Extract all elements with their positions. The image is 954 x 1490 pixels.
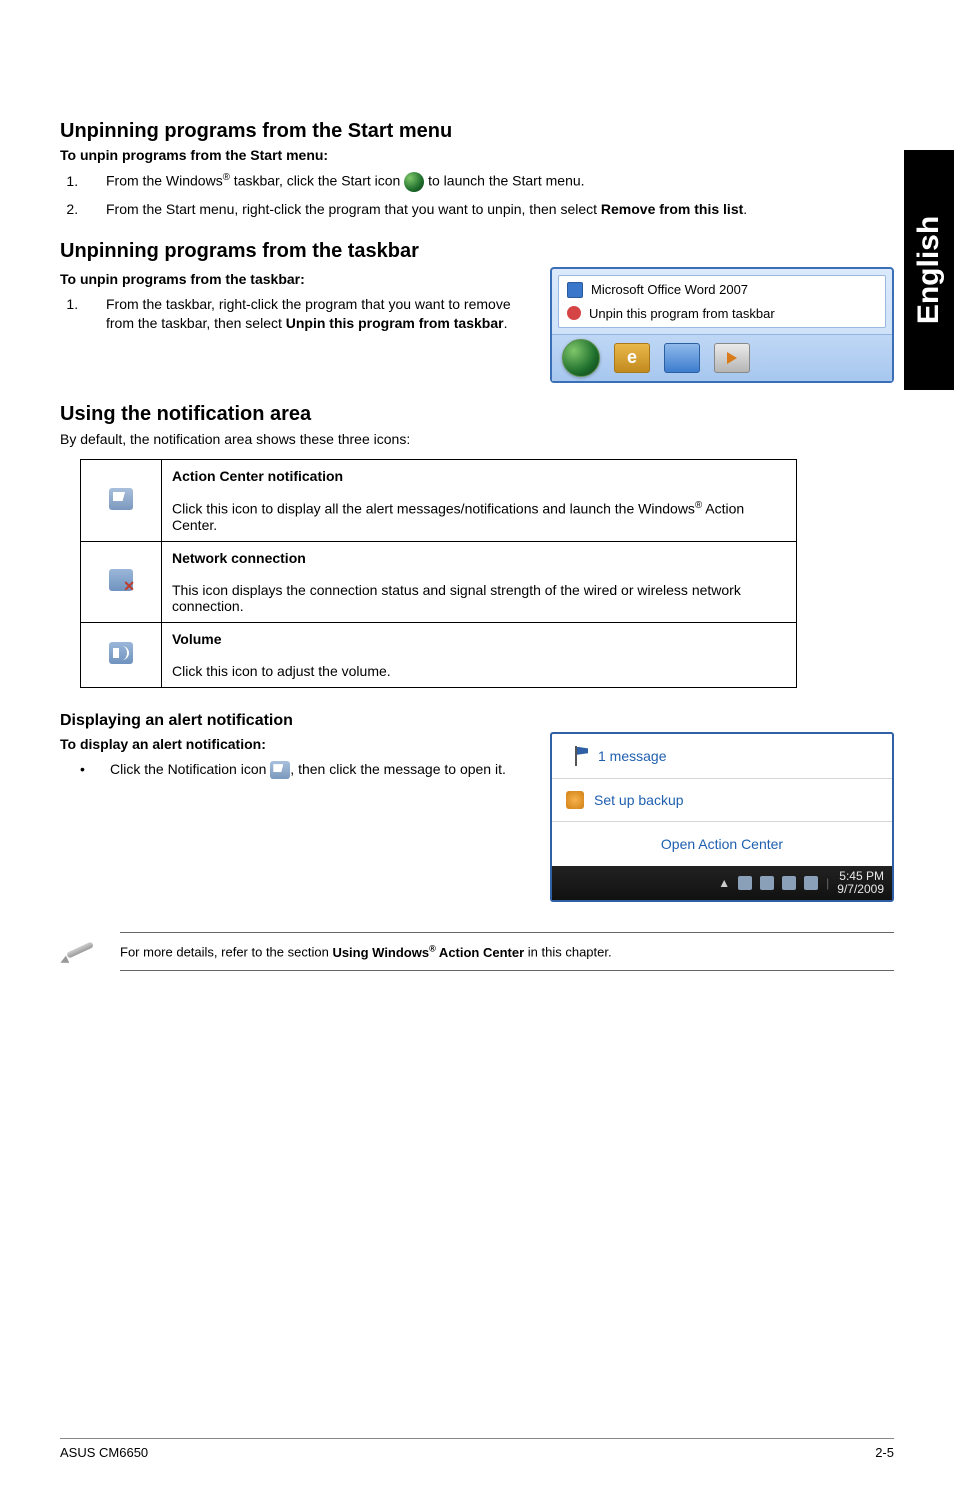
network-icon-cell — [81, 541, 162, 622]
action-center-flag-icon — [109, 488, 133, 510]
context-row-word: Microsoft Office Word 2007 — [561, 278, 883, 302]
table-row: Network connection This icon displays th… — [81, 541, 797, 622]
subheading-display-alert: To display an alert notification: — [60, 736, 530, 752]
steps-unpin-taskbar: From the taskbar, right-click the progra… — [60, 295, 530, 334]
ac-backup-row: Set up backup — [552, 779, 892, 822]
system-tray: ▲ | 5:45 PM9/7/2009 — [552, 866, 892, 900]
heading-notification-area: Using the notification area — [60, 403, 894, 426]
step-taskbar-1: From the taskbar, right-click the progra… — [82, 295, 530, 334]
notification-icons-table: Action Center notification Click this ic… — [80, 459, 797, 688]
action-center-icon-cell — [81, 460, 162, 542]
page-footer: ASUS CM6650 2-5 — [60, 1438, 894, 1460]
footer-page-number: 2-5 — [875, 1445, 894, 1460]
tray-volume-icon — [782, 876, 796, 890]
language-label: English — [912, 216, 946, 324]
steps-unpin-start: From the Windows® taskbar, click the Sta… — [60, 171, 894, 220]
ac-message-link: 1 message — [598, 748, 666, 764]
network-icon — [109, 569, 133, 591]
word-icon — [567, 282, 583, 298]
ie-icon: e — [614, 343, 650, 373]
note-text: For more details, refer to the section U… — [120, 932, 894, 970]
action-center-desc: Action Center notification Click this ic… — [162, 460, 797, 542]
ac-message-row: 1 message — [552, 734, 892, 779]
network-desc: Network connection This icon displays th… — [162, 541, 797, 622]
explorer-icon — [664, 343, 700, 373]
pencil-note-icon — [60, 937, 100, 965]
tray-up-icon: ▲ — [718, 876, 730, 890]
start-orb-icon — [562, 339, 600, 377]
tray-flag2-icon — [804, 876, 818, 890]
alert-steps: Click the Notification icon , then click… — [60, 760, 530, 780]
tray-network-icon — [760, 876, 774, 890]
ac-backup-link: Set up backup — [594, 792, 684, 808]
subheading-unpin-taskbar: To unpin programs from the taskbar: — [60, 271, 530, 287]
action-center-popup-screenshot: 1 message Set up backup Open Action Cent… — [550, 732, 894, 902]
volume-icon-cell — [81, 622, 162, 687]
taskbar-strip: e — [552, 334, 892, 381]
taskbar-context-screenshot: Microsoft Office Word 2007 Unpin this pr… — [550, 267, 894, 383]
notification-intro: By default, the notification area shows … — [60, 430, 894, 450]
table-row: Volume Click this icon to adjust the vol… — [81, 622, 797, 687]
ac-open-link: Open Action Center — [661, 836, 783, 852]
language-side-tab: English — [904, 150, 954, 390]
subheading-unpin-start: To unpin programs from the Start menu: — [60, 147, 894, 163]
heading-display-alert: Displaying an alert notification — [60, 712, 894, 730]
action-center-flag-icon — [566, 746, 588, 766]
notification-flag-icon — [270, 761, 290, 779]
step-2: From the Start menu, right-click the pro… — [82, 200, 894, 220]
footer-product: ASUS CM6650 — [60, 1445, 148, 1460]
heading-unpin-start: Unpinning programs from the Start menu — [60, 120, 894, 143]
start-orb-icon — [404, 172, 424, 192]
wmp-icon — [714, 343, 750, 373]
context-row-unpin: Unpin this program from taskbar — [561, 302, 883, 325]
tray-separator-icon: | — [826, 876, 829, 890]
heading-unpin-taskbar: Unpinning programs from the taskbar — [60, 240, 894, 263]
table-row: Action Center notification Click this ic… — [81, 460, 797, 542]
step-1: From the Windows® taskbar, click the Sta… — [82, 171, 894, 192]
tray-flag-icon — [738, 876, 752, 890]
ac-open-row: Open Action Center — [552, 822, 892, 866]
shield-icon — [566, 791, 584, 809]
alert-step-1: Click the Notification icon , then click… — [80, 760, 530, 780]
note-block: For more details, refer to the section U… — [60, 932, 894, 970]
volume-icon — [109, 642, 133, 664]
volume-desc: Volume Click this icon to adjust the vol… — [162, 622, 797, 687]
context-menu: Microsoft Office Word 2007 Unpin this pr… — [558, 275, 886, 328]
tray-clock: 5:45 PM9/7/2009 — [837, 870, 884, 896]
unpin-icon — [567, 306, 581, 320]
